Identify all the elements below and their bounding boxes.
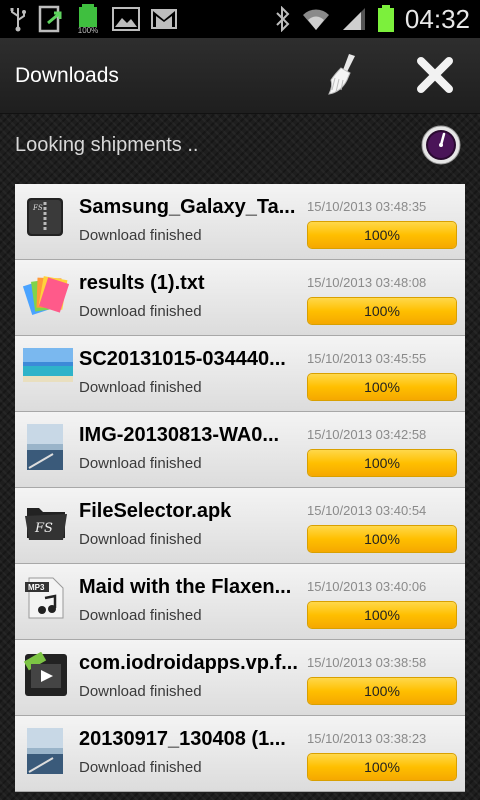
file-name: IMG-20130813-WA0...	[79, 424, 280, 446]
download-row[interactable]: SC20131015-034440... Download finished 1…	[15, 336, 465, 412]
download-row[interactable]: 20130917_130408 (1... Download finished …	[15, 716, 465, 792]
image-icon	[112, 7, 140, 31]
close-icon	[415, 55, 455, 100]
downloads-content: Looking shipments .. FS Samsung_Galaxy_T…	[0, 114, 480, 800]
file-name: 20130917_130408 (1...	[79, 728, 286, 750]
download-row[interactable]: results (1).txt Download finished 15/10/…	[15, 260, 465, 336]
status-bar: 100% 04:32	[0, 0, 480, 38]
activity-indicator-button[interactable]	[420, 124, 462, 166]
download-status: Download finished	[79, 683, 202, 700]
wifi-icon	[301, 6, 331, 32]
usb-icon	[8, 6, 28, 32]
download-progress-bar: 100%	[307, 525, 457, 553]
video-file-icon	[23, 651, 73, 696]
battery-icon	[377, 5, 395, 33]
signal-icon	[341, 6, 367, 32]
download-date: 15/10/2013 03:40:06	[307, 579, 427, 594]
photo-thumbnail-icon	[23, 424, 73, 470]
battery-full-icon: 100%	[76, 4, 102, 34]
download-status: Download finished	[79, 303, 202, 320]
progress-percent: 100%	[364, 227, 400, 243]
download-status: Download finished	[79, 531, 202, 548]
downloads-list: FS Samsung_Galaxy_Ta... Download finishe…	[15, 184, 465, 792]
download-row[interactable]: com.iodroidapps.vp.f... Download finishe…	[15, 640, 465, 716]
download-date: 15/10/2013 03:38:23	[307, 731, 427, 746]
download-progress-bar: 100%	[307, 677, 457, 705]
bluetooth-icon	[275, 6, 291, 32]
system-icons: 04:32	[275, 4, 470, 34]
broom-icon	[323, 52, 363, 103]
action-bar: Downloads	[0, 38, 480, 114]
progress-percent: 100%	[364, 455, 400, 471]
progress-percent: 100%	[364, 607, 400, 623]
download-date: 15/10/2013 03:45:55	[307, 351, 427, 366]
download-date: 15/10/2013 03:38:58	[307, 655, 427, 670]
file-name: FileSelector.apk	[79, 500, 232, 522]
svg-text:MP3: MP3	[28, 583, 45, 592]
download-progress-bar: 100%	[307, 221, 457, 249]
clock: 04:32	[404, 3, 470, 34]
download-date: 15/10/2013 03:42:58	[307, 427, 427, 442]
download-status: Download finished	[79, 227, 202, 244]
download-date: 15/10/2013 03:48:35	[307, 199, 427, 214]
search-status-text: Looking shipments ..	[15, 134, 199, 156]
download-status: Download finished	[79, 379, 202, 396]
file-name: SC20131015-034440...	[79, 348, 286, 370]
download-row[interactable]: FS Samsung_Galaxy_Ta... Download finishe…	[15, 184, 465, 260]
page-title: Downloads	[15, 64, 119, 87]
zip-file-icon: FS	[23, 196, 73, 238]
download-row[interactable]: IMG-20130813-WA0... Download finished 15…	[15, 412, 465, 488]
download-row[interactable]: FS FileSelector.apk Download finished 15…	[15, 488, 465, 564]
download-date: 15/10/2013 03:40:54	[307, 503, 427, 518]
file-name: Samsung_Galaxy_Ta...	[79, 196, 296, 218]
svg-text:FS: FS	[32, 204, 43, 212]
progress-percent: 100%	[364, 531, 400, 547]
download-status: Download finished	[79, 455, 202, 472]
close-button[interactable]	[410, 52, 460, 102]
download-status: Download finished	[79, 607, 202, 624]
file-name: com.iodroidapps.vp.f...	[79, 652, 298, 674]
progress-percent: 100%	[364, 683, 400, 699]
image-thumbnail-icon	[23, 348, 73, 390]
clear-downloads-button[interactable]	[318, 52, 368, 102]
download-progress-bar: 100%	[307, 297, 457, 325]
gmail-icon	[150, 8, 178, 30]
download-progress-bar: 100%	[307, 753, 457, 781]
progress-percent: 100%	[364, 759, 400, 775]
download-status: Download finished	[79, 759, 202, 776]
text-document-icon	[22, 272, 73, 315]
mp3-file-icon: MP3	[23, 576, 73, 619]
apk-folder-icon: FS	[23, 500, 73, 542]
progress-percent: 100%	[364, 303, 400, 319]
download-date: 15/10/2013 03:48:08	[307, 275, 427, 290]
file-name: Maid with the Flaxen...	[79, 576, 292, 598]
download-row[interactable]: MP3 Maid with the Flaxen... Download fin…	[15, 564, 465, 640]
notification-icons: 100%	[8, 4, 178, 34]
download-progress-bar: 100%	[307, 601, 457, 629]
download-progress-bar: 100%	[307, 449, 457, 477]
download-progress-bar: 100%	[307, 373, 457, 401]
file-transfer-icon	[38, 5, 66, 33]
progress-percent: 100%	[364, 379, 400, 395]
svg-text:100%: 100%	[78, 26, 98, 34]
svg-text:FS: FS	[34, 521, 53, 536]
activity-indicator-icon	[421, 125, 461, 165]
file-name: results (1).txt	[79, 272, 205, 294]
photo-thumbnail-icon	[23, 728, 73, 774]
